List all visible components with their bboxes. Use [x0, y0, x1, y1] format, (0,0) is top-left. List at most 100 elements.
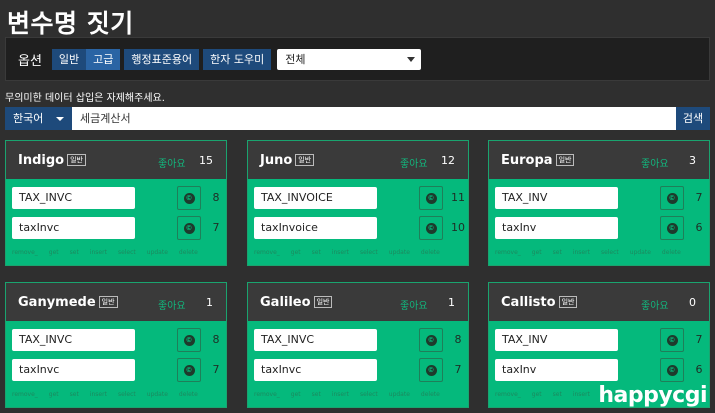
- copy-button[interactable]: ©: [177, 328, 201, 352]
- method-prefix-2[interactable]: set: [312, 391, 321, 398]
- copy-button[interactable]: ©: [660, 216, 684, 240]
- copy-button[interactable]: ©: [419, 358, 443, 382]
- like-count: 12: [441, 154, 455, 167]
- card-title: Galileo 일반: [260, 295, 333, 310]
- copy-button[interactable]: ©: [419, 186, 443, 210]
- result-card: Europa 일반 좋아요 3 TAX_INV © 7 taxInv © 6 remove_ get s…: [488, 140, 710, 266]
- method-prefix-3[interactable]: insert: [573, 249, 590, 256]
- method-prefix-1[interactable]: get: [49, 391, 59, 398]
- option-advanced-button[interactable]: 고급: [86, 48, 121, 70]
- copy-button[interactable]: ©: [660, 186, 684, 210]
- method-prefix-6[interactable]: delete: [179, 249, 198, 256]
- method-prefix-1[interactable]: get: [291, 249, 301, 256]
- variable-row: taxInv © 6: [495, 216, 705, 240]
- result-card: Ganymede 일반 좋아요 1 TAX_INVC © 8 taxInvc © 7 remove_…: [5, 282, 227, 408]
- option-basic-button[interactable]: 일반: [51, 48, 87, 70]
- method-prefix-2[interactable]: set: [70, 391, 79, 398]
- method-prefix-3[interactable]: insert: [90, 249, 107, 256]
- method-prefix-1[interactable]: get: [532, 249, 542, 256]
- card-title: Europa 일반: [501, 153, 575, 168]
- like-button[interactable]: 좋아요: [400, 155, 428, 170]
- card-name: Callisto: [501, 295, 556, 310]
- method-prefix-1[interactable]: get: [532, 391, 542, 398]
- variable-name-field[interactable]: taxInv: [495, 359, 618, 381]
- method-prefix-0[interactable]: remove_: [254, 249, 280, 256]
- method-prefix-2[interactable]: set: [312, 249, 321, 256]
- scope-select[interactable]: 전체: [277, 48, 422, 70]
- variable-name-field[interactable]: TAX_INV: [495, 187, 618, 209]
- method-prefix-4[interactable]: select: [118, 249, 136, 256]
- usage-count: 7: [695, 333, 703, 346]
- copy-button[interactable]: ©: [419, 328, 443, 352]
- method-prefix-1[interactable]: get: [49, 249, 59, 256]
- method-prefix-5[interactable]: update: [630, 249, 651, 256]
- copy-button[interactable]: ©: [177, 358, 201, 382]
- method-prefix-3[interactable]: insert: [332, 249, 349, 256]
- usage-count: 10: [451, 221, 465, 234]
- like-count: 15: [199, 154, 213, 167]
- method-prefix-2[interactable]: set: [553, 391, 562, 398]
- method-prefix-3[interactable]: insert: [90, 391, 107, 398]
- variable-name-field[interactable]: TAX_INVC: [12, 187, 135, 209]
- card-name: Galileo: [260, 295, 311, 310]
- option-admin-standard-terms-button[interactable]: 행정표준용어: [124, 48, 200, 70]
- card-header: Indigo 일반 좋아요 15: [6, 141, 226, 179]
- variable-name-field[interactable]: TAX_INVOICE: [254, 187, 377, 209]
- variable-name-field[interactable]: taxInvoice: [254, 217, 377, 239]
- method-prefix-5[interactable]: update: [389, 391, 410, 398]
- like-button[interactable]: 좋아요: [158, 297, 186, 312]
- card-badge: 일반: [295, 154, 315, 166]
- method-prefix-5[interactable]: update: [389, 249, 410, 256]
- method-prefix-4[interactable]: select: [360, 249, 378, 256]
- variable-row: taxInvc © 7: [12, 216, 222, 240]
- variable-name-field[interactable]: taxInv: [495, 217, 618, 239]
- like-button[interactable]: 좋아요: [400, 297, 428, 312]
- method-prefix-6[interactable]: delete: [421, 391, 440, 398]
- method-prefix-5[interactable]: update: [147, 391, 168, 398]
- copy-button[interactable]: ©: [660, 328, 684, 352]
- variable-name-field[interactable]: taxInvc: [12, 359, 135, 381]
- copy-button[interactable]: ©: [177, 216, 201, 240]
- method-prefix-2[interactable]: set: [553, 249, 562, 256]
- card-title: Juno 일반: [260, 153, 315, 168]
- variable-row: taxInvc © 7: [254, 358, 464, 382]
- like-button[interactable]: 좋아요: [158, 155, 186, 170]
- method-prefix-2[interactable]: set: [70, 249, 79, 256]
- variable-name-field[interactable]: taxInvc: [254, 359, 377, 381]
- like-button[interactable]: 좋아요: [641, 297, 669, 312]
- variable-name-field[interactable]: taxInvc: [12, 217, 135, 239]
- method-prefix-6[interactable]: delete: [662, 249, 681, 256]
- option-hanja-helper-button[interactable]: 한자 도우미: [203, 48, 272, 70]
- card-badge: 일반: [558, 296, 578, 308]
- variable-name-field[interactable]: TAX_INVC: [12, 329, 135, 351]
- method-prefix-0[interactable]: remove_: [495, 249, 521, 256]
- method-prefix-1[interactable]: get: [291, 391, 301, 398]
- method-prefix-3[interactable]: insert: [332, 391, 349, 398]
- variable-name-field[interactable]: TAX_INVC: [254, 329, 377, 351]
- copy-button[interactable]: ©: [177, 186, 201, 210]
- copy-button[interactable]: ©: [419, 216, 443, 240]
- method-prefix-0[interactable]: remove_: [254, 391, 280, 398]
- search-button[interactable]: 검색: [676, 107, 710, 130]
- method-prefix-6[interactable]: delete: [421, 249, 440, 256]
- method-prefix-0[interactable]: remove_: [12, 391, 38, 398]
- like-button[interactable]: 좋아요: [641, 155, 669, 170]
- method-prefix-3[interactable]: insert: [573, 391, 590, 398]
- method-prefix-4[interactable]: select: [118, 391, 136, 398]
- method-prefix-5[interactable]: update: [147, 249, 168, 256]
- method-prefix-0[interactable]: remove_: [12, 249, 38, 256]
- method-prefix-6[interactable]: delete: [179, 391, 198, 398]
- card-badge: 일반: [313, 296, 333, 308]
- variable-name-field[interactable]: TAX_INV: [495, 329, 618, 351]
- method-prefix-4[interactable]: select: [360, 391, 378, 398]
- copy-button[interactable]: ©: [660, 358, 684, 382]
- method-prefix-4[interactable]: select: [601, 249, 619, 256]
- language-select[interactable]: 한국어: [5, 107, 72, 130]
- method-prefix-0[interactable]: remove_: [495, 391, 521, 398]
- copy-icon: ©: [666, 192, 678, 204]
- card-header: Ganymede 일반 좋아요 1: [6, 283, 226, 321]
- search-input[interactable]: 세금계산서: [72, 107, 676, 130]
- result-card: Indigo 일반 좋아요 15 TAX_INVC © 8 taxInvc © 7 remove_ g…: [5, 140, 227, 266]
- chevron-down-icon: [407, 56, 416, 62]
- variable-row: TAX_INVC © 8: [12, 186, 222, 210]
